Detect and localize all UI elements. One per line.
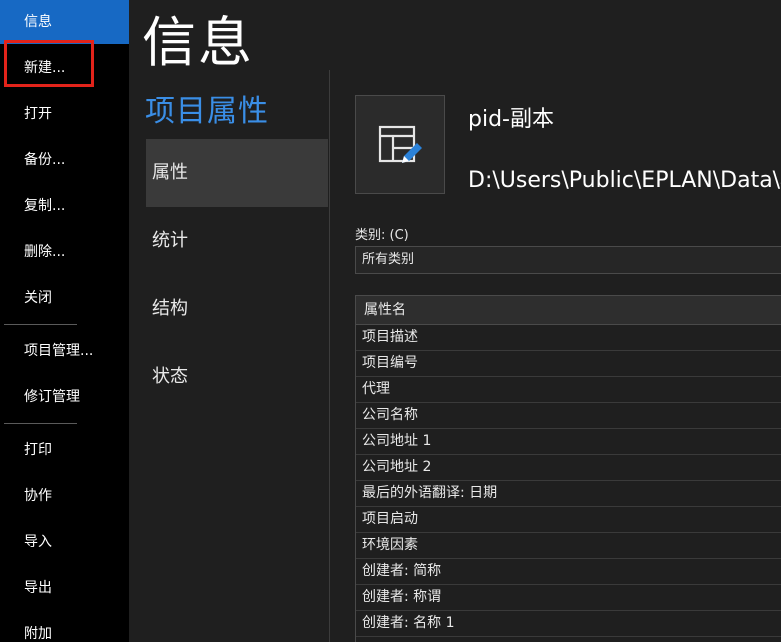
category-select[interactable]: 所有类别 — [355, 246, 781, 274]
category-label: 类别: (C) — [355, 228, 409, 243]
table-row[interactable]: 公司地址 1 — [356, 429, 781, 455]
tab-properties[interactable]: 属性 — [146, 139, 328, 207]
table-row[interactable]: 项目描述 — [356, 325, 781, 351]
table-row[interactable]: 公司名称 — [356, 403, 781, 429]
nav-item-revision-management[interactable]: 修订管理 — [0, 375, 129, 419]
nav-item-print[interactable]: 打印 — [0, 428, 129, 472]
nav-item-project-management[interactable]: 项目管理... — [0, 329, 129, 373]
tab-status[interactable]: 状态 — [146, 343, 328, 411]
nav-item-info[interactable]: 信息 — [0, 0, 129, 44]
nav-separator — [4, 423, 77, 424]
nav-item-extras[interactable]: 附加 — [0, 612, 129, 642]
nav-item-export[interactable]: 导出 — [0, 566, 129, 610]
tab-structure[interactable]: 结构 — [146, 275, 328, 343]
project-path: D:\Users\Public\EPLAN\Data\项 — [468, 168, 781, 193]
table-row[interactable]: 代理 — [356, 377, 781, 403]
tab-statistics[interactable]: 统计 — [146, 207, 328, 275]
column-divider — [329, 70, 330, 642]
nav-item-close[interactable]: 关闭 — [0, 276, 129, 320]
nav-item-import[interactable]: 导入 — [0, 520, 129, 564]
nav-item-collaborate[interactable]: 协作 — [0, 474, 129, 518]
highlight-annotation-box — [4, 40, 94, 87]
nav-separator — [4, 324, 77, 325]
nav-item-backup[interactable]: 备份... — [0, 138, 129, 182]
project-name: pid-副本 — [468, 107, 554, 132]
backstage-nav: 信息 新建... 打开 备份... 复制... 删除... 关闭 项目管理...… — [0, 0, 129, 642]
project-icon-button[interactable] — [355, 95, 445, 194]
table-row[interactable]: 项目编号 — [356, 351, 781, 377]
nav-item-copy[interactable]: 复制... — [0, 184, 129, 228]
page-title: 信息 — [142, 11, 254, 74]
nav-item-open[interactable]: 打开 — [0, 92, 129, 136]
nav-item-delete[interactable]: 删除... — [0, 230, 129, 274]
property-name-column-header[interactable]: 属性名 — [356, 295, 781, 325]
table-row[interactable]: 创建者: 称谓 — [356, 585, 781, 611]
table-row[interactable]: 环境因素 — [356, 533, 781, 559]
table-row[interactable]: 最后的外语翻译: 日期 — [356, 481, 781, 507]
table-row[interactable]: 公司地址 2 — [356, 455, 781, 481]
section-heading: 项目属性 — [145, 94, 269, 129]
table-row[interactable]: 项目启动 — [356, 507, 781, 533]
property-table: 属性名 项目描述 项目编号 代理 公司名称 公司地址 1 公司地址 2 最后的外… — [355, 295, 781, 642]
table-row[interactable]: 创建者: 简称 — [356, 559, 781, 585]
edit-project-icon — [378, 125, 422, 163]
table-row[interactable]: 创建者: 名称 1 — [356, 611, 781, 637]
